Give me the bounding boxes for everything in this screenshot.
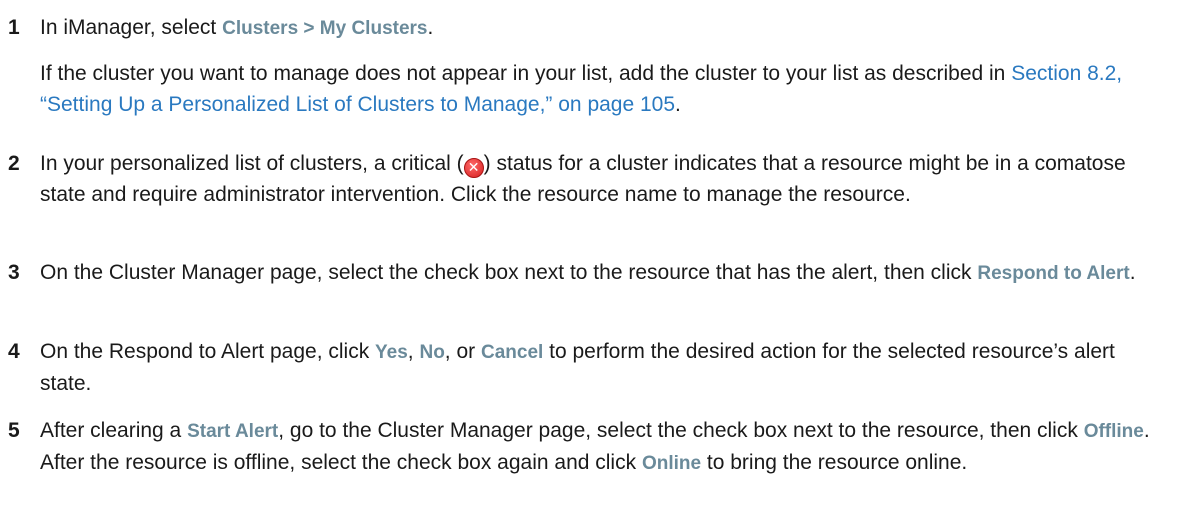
step-4-text: On the Respond to Alert page, click Yes,… (40, 340, 1115, 395)
step-1: 1 In iManager, select Clusters > My Clus… (0, 12, 1172, 120)
step-number: 5 (8, 419, 20, 442)
step-2-text: In your personalized list of clusters, a… (40, 152, 1126, 206)
ui-label-offline: Offline (1083, 421, 1144, 442)
ui-label-online: Online (641, 453, 702, 474)
procedure-document: 1 In iManager, select Clusters > My Clus… (0, 0, 1178, 520)
step-2: 2 In your personalized list of clusters,… (0, 148, 1172, 210)
ui-label-no: No (419, 342, 445, 363)
step-3: 3 On the Cluster Manager page, select th… (0, 257, 1172, 289)
ui-label-start-alert: Start Alert (187, 421, 279, 442)
step-3-text: On the Cluster Manager page, select the … (40, 261, 1136, 284)
step-number: 3 (8, 261, 20, 284)
critical-status-icon: ✕ (463, 158, 484, 178)
ui-label-respond-to-alert: Respond to Alert (977, 263, 1130, 284)
ui-label-my-clusters: Clusters > My Clusters (222, 18, 428, 39)
step-5: 5 After clearing a Start Alert, go to th… (0, 415, 1172, 479)
step-4: 4 On the Respond to Alert page, click Ye… (0, 336, 1172, 399)
step-1-text: In iManager, select Clusters > My Cluste… (40, 16, 434, 39)
step-5-text: After clearing a Start Alert, go to the … (40, 419, 1150, 474)
step-number: 1 (8, 16, 20, 39)
step-1-note: If the cluster you want to manage does n… (40, 62, 1123, 116)
ui-label-cancel: Cancel (480, 342, 544, 363)
ui-label-yes: Yes (375, 342, 408, 363)
step-number: 2 (8, 152, 20, 175)
step-number: 4 (8, 340, 20, 363)
